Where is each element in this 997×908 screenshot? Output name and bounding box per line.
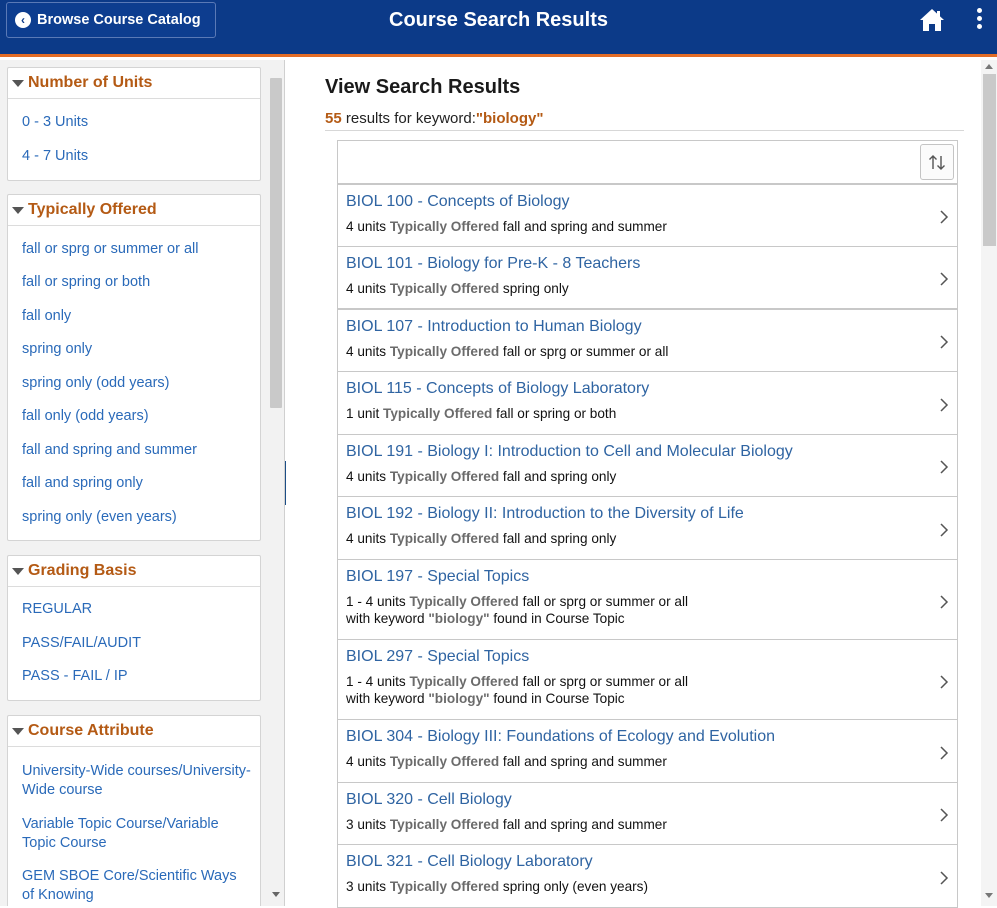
- course-detail: 4 units Typically Offered spring only: [346, 281, 569, 296]
- facet-typically-offered: Typically Offered fall or sprg or summer…: [7, 194, 261, 541]
- sort-bar: [337, 140, 958, 184]
- course-row[interactable]: BIOL 304 - Biology III: Foundations of E…: [337, 719, 958, 783]
- facet-link[interactable]: 4 - 7 Units: [22, 147, 252, 166]
- scroll-up-arrow-icon[interactable]: [985, 64, 993, 69]
- keyword-match: with keyword "biology" found in Course T…: [346, 611, 625, 626]
- search-keyword: "biology": [475, 110, 544, 127]
- facet-link[interactable]: spring only (even years): [22, 508, 252, 527]
- course-detail: 4 units Typically Offered fall and sprin…: [346, 531, 617, 546]
- facet-course-attribute: Course Attribute University-Wide courses…: [7, 715, 261, 906]
- chevron-right-icon: [940, 398, 949, 412]
- facet-link[interactable]: fall only (odd years): [22, 407, 252, 426]
- facet-heading[interactable]: Typically Offered: [8, 195, 260, 226]
- facet-link[interactable]: fall only: [22, 307, 252, 326]
- course-title[interactable]: BIOL 101 - Biology for Pre-K - 8 Teacher…: [346, 255, 640, 273]
- course-row[interactable]: BIOL 191 - Biology I: Introduction to Ce…: [337, 434, 958, 497]
- course-detail: 1 unit Typically Offered fall or spring …: [346, 406, 617, 421]
- chevron-right-icon: [940, 460, 949, 474]
- course-detail: 1 - 4 units Typically Offered fall or sp…: [346, 594, 688, 609]
- facet-number-of-units: Number of Units 0 - 3 Units 4 - 7 Units: [7, 67, 261, 181]
- chevron-right-icon: [940, 210, 949, 224]
- course-detail: 3 units Typically Offered spring only (e…: [346, 879, 648, 894]
- course-title[interactable]: BIOL 197 - Special Topics: [346, 568, 529, 586]
- course-detail: 4 units Typically Offered fall and sprin…: [346, 754, 667, 769]
- chevron-right-icon: [940, 746, 949, 760]
- facet-heading[interactable]: Grading Basis: [8, 556, 260, 587]
- facet-link[interactable]: fall and spring only: [22, 474, 252, 493]
- scroll-down-arrow-icon[interactable]: [272, 892, 280, 897]
- facet-link[interactable]: fall or sprg or summer or all: [22, 240, 252, 259]
- chevron-left-icon: ‹: [15, 12, 31, 28]
- facet-link[interactable]: 0 - 3 Units: [22, 113, 252, 132]
- course-title[interactable]: BIOL 191 - Biology I: Introduction to Ce…: [346, 443, 793, 461]
- collapse-triangle-icon: [12, 727, 24, 735]
- course-detail: 1 - 4 units Typically Offered fall or sp…: [346, 674, 688, 689]
- course-row[interactable]: BIOL 321 - Cell Biology Laboratory 3 uni…: [337, 844, 958, 908]
- course-title[interactable]: BIOL 192 - Biology II: Introduction to t…: [346, 505, 744, 523]
- course-title[interactable]: BIOL 304 - Biology III: Foundations of E…: [346, 728, 775, 746]
- course-row[interactable]: BIOL 297 - Special Topics 1 - 4 units Ty…: [337, 639, 958, 720]
- kebab-menu-icon[interactable]: [972, 8, 986, 34]
- facet-link[interactable]: PASS/FAIL/AUDIT: [22, 634, 252, 653]
- results-scrollbar-thumb[interactable]: [983, 74, 996, 246]
- chevron-right-icon: [940, 523, 949, 537]
- course-row[interactable]: BIOL 100 - Concepts of Biology 4 units T…: [337, 184, 958, 247]
- course-row[interactable]: BIOL 101 - Biology for Pre-K - 8 Teacher…: [337, 246, 958, 309]
- back-button-label: Browse Course Catalog: [37, 12, 201, 28]
- facet-link[interactable]: fall and spring and summer: [22, 441, 252, 460]
- course-row[interactable]: BIOL 320 - Cell Biology 3 units Typicall…: [337, 782, 958, 845]
- result-count-number: 55: [325, 110, 342, 127]
- course-title[interactable]: BIOL 107 - Introduction to Human Biology: [346, 318, 642, 336]
- facet-grading-basis: Grading Basis REGULAR PASS/FAIL/AUDIT PA…: [7, 555, 261, 701]
- chevron-right-icon: [940, 595, 949, 609]
- facet-link[interactable]: PASS - FAIL / IP: [22, 667, 252, 686]
- result-count-text: results for keyword:: [341, 110, 476, 127]
- filter-scrollbar-thumb[interactable]: [270, 78, 282, 408]
- keyword-match: with keyword "biology" found in Course T…: [346, 691, 625, 706]
- sort-button[interactable]: [920, 144, 954, 180]
- course-detail: 4 units Typically Offered fall and sprin…: [346, 219, 667, 234]
- results-heading: View Search Results: [325, 76, 521, 98]
- course-title[interactable]: BIOL 321 - Cell Biology Laboratory: [346, 853, 593, 871]
- facet-link[interactable]: Variable Topic Course/Variable Topic Cou…: [22, 815, 252, 853]
- course-title[interactable]: BIOL 320 - Cell Biology: [346, 791, 512, 809]
- divider: [325, 130, 964, 131]
- app-header: ‹ Browse Course Catalog Course Search Re…: [0, 0, 997, 57]
- facet-link[interactable]: GEM SBOE Core/Scientific Ways of Knowing: [22, 867, 252, 905]
- course-detail: 3 units Typically Offered fall and sprin…: [346, 817, 667, 832]
- scroll-down-arrow-icon[interactable]: [985, 893, 993, 898]
- facet-link[interactable]: spring only: [22, 340, 252, 359]
- filter-panel: Number of Units 0 - 3 Units 4 - 7 Units …: [0, 60, 285, 906]
- chevron-right-icon: [940, 808, 949, 822]
- collapse-triangle-icon: [12, 567, 24, 575]
- course-detail: 4 units Typically Offered fall or sprg o…: [346, 344, 669, 359]
- collapse-triangle-icon: [12, 206, 24, 214]
- course-title[interactable]: BIOL 100 - Concepts of Biology: [346, 193, 570, 211]
- course-detail: 4 units Typically Offered fall and sprin…: [346, 469, 617, 484]
- course-row[interactable]: BIOL 107 - Introduction to Human Biology…: [337, 309, 958, 372]
- facet-link[interactable]: University-Wide courses/University-Wide …: [22, 762, 252, 800]
- course-title[interactable]: BIOL 297 - Special Topics: [346, 648, 529, 666]
- facet-link[interactable]: fall or spring or both: [22, 273, 252, 292]
- sort-arrows-icon: [929, 155, 945, 170]
- course-row[interactable]: BIOL 197 - Special Topics 1 - 4 units Ty…: [337, 559, 958, 640]
- results-count: 55 results for keyword:"biology": [325, 110, 543, 127]
- facet-link[interactable]: spring only (odd years): [22, 374, 252, 393]
- course-row[interactable]: BIOL 192 - Biology II: Introduction to t…: [337, 496, 958, 560]
- facet-heading[interactable]: Course Attribute: [8, 716, 260, 747]
- home-icon[interactable]: [918, 7, 946, 33]
- facet-link[interactable]: REGULAR: [22, 600, 252, 619]
- chevron-right-icon: [940, 272, 949, 286]
- facet-heading[interactable]: Number of Units: [8, 68, 260, 99]
- course-row[interactable]: BIOL 115 - Concepts of Biology Laborator…: [337, 371, 958, 435]
- chevron-right-icon: [940, 675, 949, 689]
- results-area: View Search Results 55 results for keywo…: [286, 60, 997, 908]
- browse-course-catalog-button[interactable]: ‹ Browse Course Catalog: [6, 2, 216, 38]
- collapse-triangle-icon: [12, 79, 24, 87]
- chevron-right-icon: [940, 335, 949, 349]
- chevron-right-icon: [940, 871, 949, 885]
- course-title[interactable]: BIOL 115 - Concepts of Biology Laborator…: [346, 380, 649, 398]
